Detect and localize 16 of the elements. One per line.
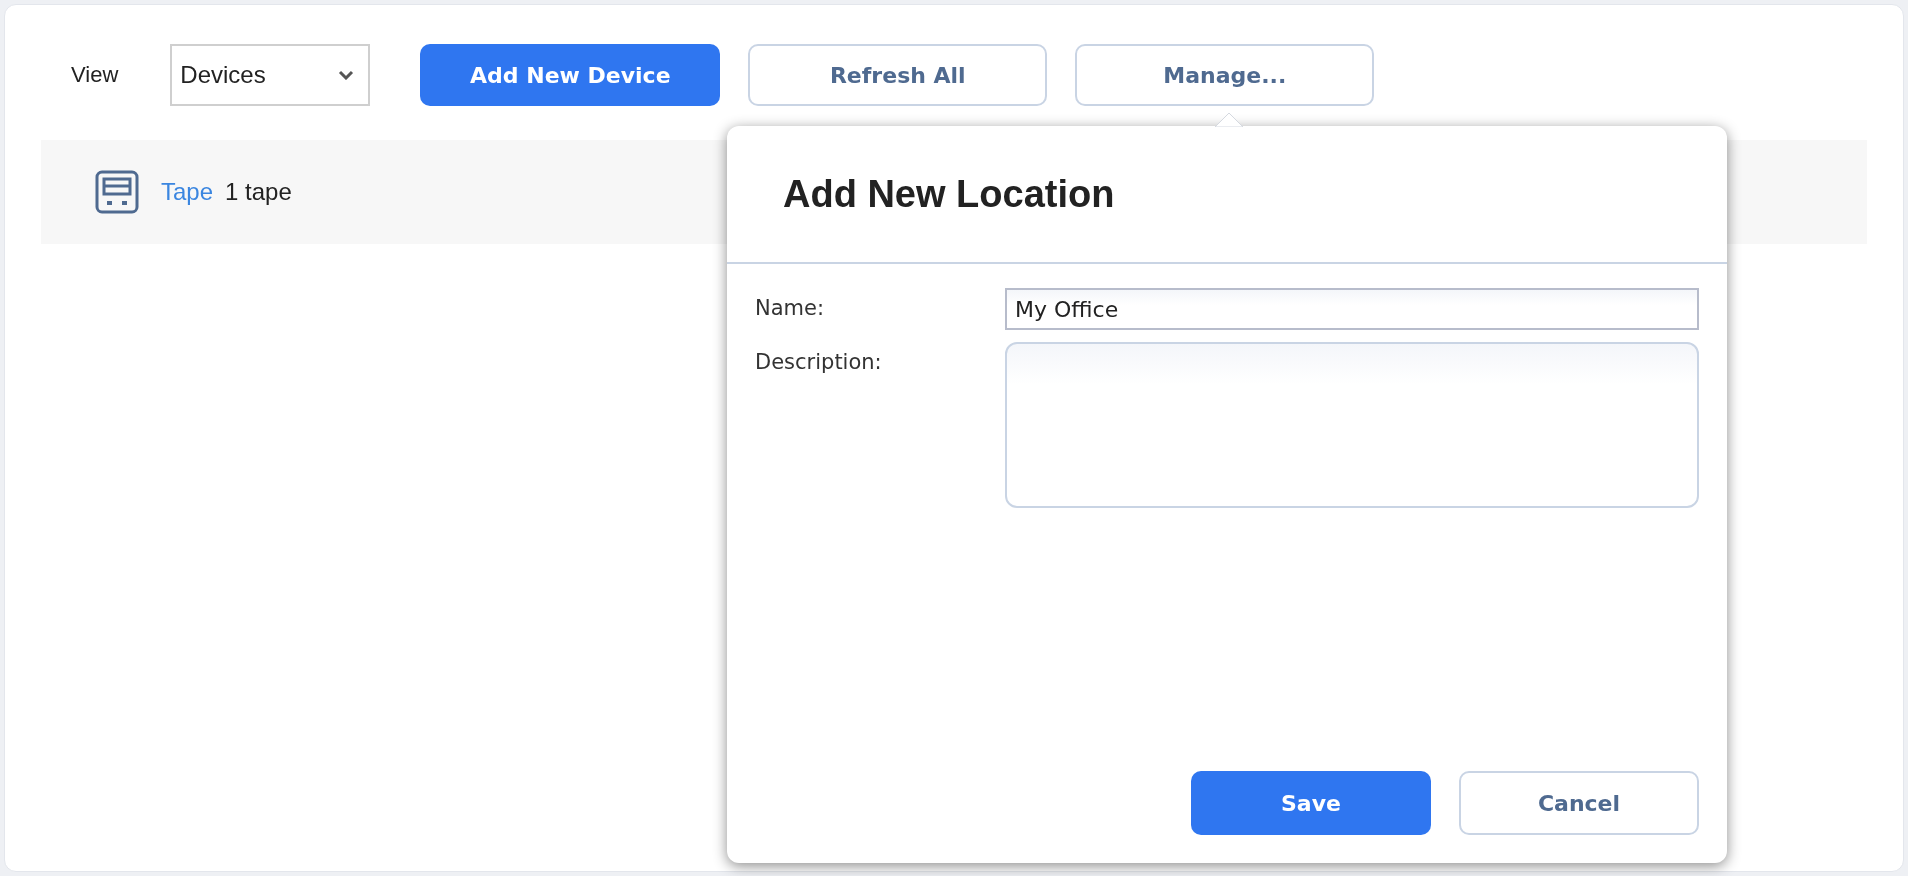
device-count: 1 tape <box>225 178 292 206</box>
field-label: Description: <box>755 349 883 374</box>
popover-title: Add New Location <box>783 172 1115 216</box>
view-label: View <box>71 62 119 88</box>
dialog-button[interactable]: Save <box>1191 771 1431 835</box>
dialog-button[interactable]: Cancel <box>1459 771 1699 835</box>
device-link[interactable]: Tape <box>161 178 214 206</box>
view-dropdown[interactable]: Devices <box>170 44 371 106</box>
toolbar-button[interactable]: Manage... <box>1075 44 1375 106</box>
description-field[interactable] <box>1005 342 1699 508</box>
name-field[interactable]: My Office <box>1005 288 1699 330</box>
toolbar-button[interactable]: Add New Device <box>420 44 721 106</box>
chevron-down-icon <box>338 70 355 80</box>
field-label: Name: <box>755 295 826 320</box>
tape-drive-icon <box>95 170 139 214</box>
toolbar-button[interactable]: Refresh All <box>748 44 1048 106</box>
